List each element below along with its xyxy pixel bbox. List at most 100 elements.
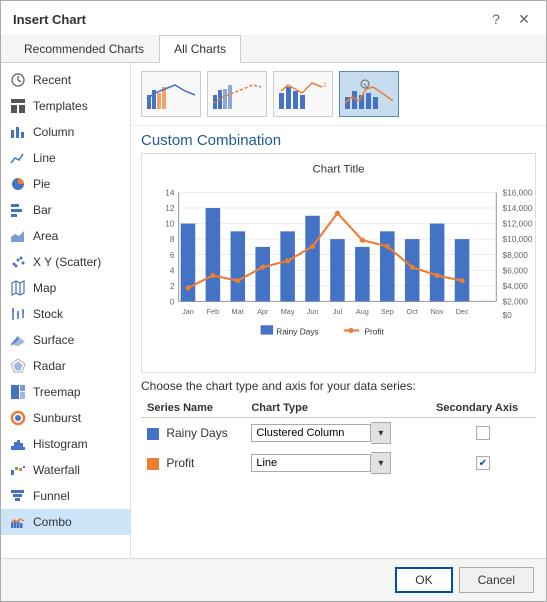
recent-icon [9,71,27,89]
svg-text:10: 10 [165,219,175,229]
sidebar-item-treemap[interactable]: Treemap [1,379,130,405]
svg-text:$10,000: $10,000 [503,234,533,244]
svg-text:Jan: Jan [182,307,194,316]
sidebar-label-histogram: Histogram [33,437,88,451]
ok-button[interactable]: OK [395,567,452,593]
stock-icon [9,305,27,323]
sidebar-item-pie[interactable]: Pie [1,171,130,197]
svg-text:Mar: Mar [232,307,245,316]
sidebar-label-treemap: Treemap [33,385,81,399]
svg-text:Sep: Sep [381,307,394,316]
svg-text:$2,000: $2,000 [503,297,529,307]
series-color-1 [147,458,159,470]
svg-text:0: 0 [170,297,175,307]
sidebar-label-surface: Surface [33,333,74,347]
sidebar-label-sunburst: Sunburst [33,411,81,425]
svg-text:Jun: Jun [307,307,319,316]
sidebar-item-waterfall[interactable]: Waterfall [1,457,130,483]
table-row: Rainy Days Clustered Column Line Area [141,418,536,449]
sidebar-label-combo: Combo [33,515,72,529]
svg-text:$4,000: $4,000 [503,281,529,291]
dropdown-arrow-0[interactable]: ▾ [371,422,391,444]
sidebar-item-bar[interactable]: Bar [1,197,130,223]
svg-text:Aug: Aug [356,307,369,316]
dialog-footer: OK Cancel [1,558,546,601]
combo-icon [9,513,27,531]
sidebar-label-templates: Templates [33,99,88,113]
radar-icon [9,357,27,375]
dropdown-arrow-1[interactable]: ▾ [371,452,391,474]
chart-thumb-1[interactable] [141,71,201,117]
chart-type-select-1[interactable]: Line Clustered Column Area [251,454,371,472]
sidebar-item-map[interactable]: Map [1,275,130,301]
chart-type-select-0[interactable]: Clustered Column Line Area [251,424,371,442]
col-spacer [416,399,430,418]
templates-icon [9,97,27,115]
secondary-axis-checkbox-1[interactable]: ✔ [476,456,490,470]
sidebar-item-stock[interactable]: Stock [1,301,130,327]
svg-text:Jul: Jul [333,307,343,316]
svg-text:8: 8 [170,234,175,244]
sidebar-label-column: Column [33,125,74,139]
sidebar-item-line[interactable]: Line [1,145,130,171]
sidebar-item-xy-scatter[interactable]: X Y (Scatter) [1,249,130,275]
scatter-icon [9,253,27,271]
map-icon [9,279,27,297]
svg-text:Nov: Nov [431,307,444,316]
sidebar-label-pie: Pie [33,177,50,191]
bar-icon [9,201,27,219]
table-row: Profit Line Clustered Column Area ▾ [141,448,536,478]
series-config-title: Choose the chart type and axis for your … [141,379,536,393]
sidebar: Recent Templates Column Line [1,63,131,558]
svg-text:$16,000: $16,000 [503,188,533,198]
tab-all-charts[interactable]: All Charts [159,35,241,63]
svg-text:2: 2 [323,83,327,89]
chart-thumb-3[interactable]: 2 [273,71,333,117]
svg-text:$12,000: $12,000 [503,219,533,229]
sidebar-item-templates[interactable]: Templates [1,93,130,119]
pie-icon [9,175,27,193]
svg-text:14: 14 [165,188,175,198]
tab-recommended-charts[interactable]: Recommended Charts [9,35,159,63]
sidebar-item-area[interactable]: Area [1,223,130,249]
main-panel: 2 ✎ Custom Combi [131,63,546,558]
chart-title-text: Chart Title [313,164,365,176]
svg-text:$14,000: $14,000 [503,203,533,213]
sidebar-item-histogram[interactable]: Histogram [1,431,130,457]
svg-text:Dec: Dec [456,307,469,316]
main-content: Recent Templates Column Line [1,63,546,558]
sidebar-label-map: Map [33,281,56,295]
svg-text:Rainy Days: Rainy Days [276,327,318,337]
waterfall-icon [9,461,27,479]
chart-area: Chart Title 14 12 10 8 6 4 2 0 $16,000 $… [141,153,536,373]
svg-text:$0: $0 [503,310,513,320]
sunburst-icon [9,409,27,427]
sidebar-item-sunburst[interactable]: Sunburst [1,405,130,431]
chart-type-thumbnails: 2 ✎ [131,63,546,126]
sidebar-item-combo[interactable]: Combo [1,509,130,535]
line-icon [9,149,27,167]
surface-icon [9,331,27,349]
sidebar-item-column[interactable]: Column [1,119,130,145]
sidebar-label-funnel: Funnel [33,489,70,503]
close-button[interactable]: ✕ [514,9,534,29]
sidebar-item-surface[interactable]: Surface [1,327,130,353]
chart-thumb-4[interactable]: ✎ [339,71,399,117]
sidebar-item-recent[interactable]: Recent [1,67,130,93]
histogram-icon [9,435,27,453]
column-icon [9,123,27,141]
sidebar-item-funnel[interactable]: Funnel [1,483,130,509]
help-button[interactable]: ? [486,9,506,29]
series-name-0: Rainy Days [141,418,245,449]
title-bar: Insert Chart ? ✕ [1,1,546,35]
secondary-axis-checkbox-0[interactable] [476,426,490,440]
sidebar-label-radar: Radar [33,359,66,373]
cancel-button[interactable]: Cancel [459,567,534,593]
treemap-icon [9,383,27,401]
tab-bar: Recommended Charts All Charts [1,35,546,63]
funnel-icon [9,487,27,505]
chart-thumb-2[interactable] [207,71,267,117]
area-icon [9,227,27,245]
sidebar-item-radar[interactable]: Radar [1,353,130,379]
sidebar-label-waterfall: Waterfall [33,463,80,477]
